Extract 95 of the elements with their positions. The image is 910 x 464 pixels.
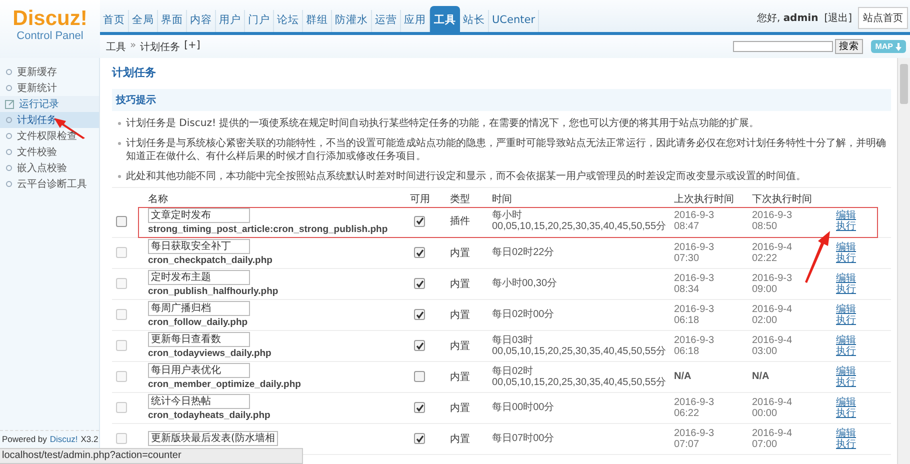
tip-text: 此处和其他功能不同，本功能中完全按照站点系统默认时差对时间进行设定和显示，而不会依据某一用户或管理员的时差设定而改变显示或设置的时间值。	[126, 170, 806, 183]
column-header: 下次执行时间	[752, 194, 812, 205]
last-run-time: 2016-9-3 07:07	[674, 428, 714, 450]
script-file: cron_publish_halfhourly.php	[148, 286, 280, 297]
last-run-time: 2016-9-3 08:47	[674, 210, 714, 232]
sidebar-item[interactable]: 文件校验	[0, 144, 99, 160]
next-run-time: 2016-9-3 09:00	[752, 272, 792, 294]
name-field[interactable]: 文章定时发布	[148, 208, 250, 223]
site-home-button[interactable]: 站点首页	[858, 7, 908, 29]
sidebar-item[interactable]: 云平台诊断工具	[0, 176, 99, 192]
script-file: strong_timing_post_article:cron_strong_publish.php	[148, 224, 389, 235]
next-run-time: 2016-9-4 00:00	[752, 396, 792, 418]
nav-tab[interactable]: 首页	[100, 10, 129, 32]
type-text: 内置	[450, 278, 470, 290]
type-text: 内置	[450, 402, 470, 414]
external-link-icon	[5, 100, 14, 108]
nav-tab[interactable]: 论坛	[274, 10, 303, 32]
action-link[interactable]: 执行	[836, 221, 856, 232]
column-header: 名称	[148, 194, 168, 205]
last-run-time: 2016-9-3 08:34	[674, 272, 714, 294]
down-arrow-icon	[895, 42, 902, 50]
next-run-time: 2016-9-3 08:50	[752, 210, 792, 232]
sidebar-item[interactable]: 更新统计	[0, 80, 99, 96]
nav-tab[interactable]: 工具	[430, 6, 460, 32]
sidebar-item[interactable]: 嵌入点校验	[0, 160, 99, 176]
next-run-time: N/A	[752, 371, 770, 382]
scrollbar[interactable]	[897, 58, 910, 464]
next-run-time: 2016-9-4 03:00	[752, 334, 792, 356]
next-run-time: 2016-9-4 02:22	[752, 242, 792, 264]
footer-text: X3.2	[80, 434, 98, 444]
schedule-text: 每日02时00分	[492, 309, 554, 320]
schedule-text: 每日00时00分	[492, 402, 554, 413]
search-button[interactable]: 搜索	[835, 39, 864, 54]
tip-text: 计划任务是与系统核心紧密关联的功能特性，不当的设置可能造成站点功能的隐患，严重时可能导致站点无法正常运行，因此请务必仅在您对计划任务特性十分了解，并明确知道正在做什么、有什么样后果的时候才自行添加或修改任务项目。	[126, 137, 887, 163]
type-text: 插件	[450, 216, 470, 228]
next-run-time: 2016-9-4 07:00	[752, 428, 792, 450]
type-text: 内置	[450, 310, 470, 320]
footer-link[interactable]: Discuz!	[50, 434, 78, 444]
last-run-time: 2016-9-3 06:22	[674, 396, 714, 418]
logo-title: Discuz!	[12, 8, 88, 30]
last-run-time: 2016-9-3 06:18	[674, 334, 714, 356]
next-run-time: 2016-9-4 02:00	[752, 304, 792, 326]
script-file: cron_member_optimize_daily.php	[148, 379, 302, 390]
script-file: cron_checkpatch_daily.php	[148, 255, 274, 266]
script-file: cron_todayheats_daily.php	[148, 410, 272, 421]
last-run-time: N/A	[674, 371, 692, 382]
column-header: 可用	[410, 194, 430, 205]
page-title: 计划任务	[112, 65, 157, 81]
nav-tab[interactable]: 界面	[158, 10, 187, 32]
script-file: cron_follow_daily.php	[148, 317, 249, 328]
add-shortcut-link[interactable]: [+]	[184, 40, 200, 54]
script-file: cron_todayviews_daily.php	[148, 348, 272, 359]
breadcrumb-current: 计划任务	[140, 40, 180, 54]
nav-tab[interactable]: 防灌水	[332, 10, 372, 32]
scroll-thumb[interactable]	[900, 64, 908, 104]
column-header: 上次执行时间	[674, 194, 734, 205]
available-checkbox[interactable]	[414, 216, 425, 227]
logo-subtitle: Control Panel	[16, 30, 84, 42]
logout-link[interactable]: [退出]	[824, 11, 852, 25]
row-checkbox[interactable]	[116, 216, 127, 227]
sidebar-item[interactable]: 文件权限检查	[0, 128, 99, 144]
type-text: 内置	[450, 372, 470, 382]
nav-tab[interactable]: 门户	[245, 10, 274, 32]
schedule-text: 每日02时 00,05,10,15,20,25,30,35,40,45,50,55分	[492, 366, 666, 388]
schedule-text: 每小时00,30分	[492, 278, 558, 289]
type-text: 内置	[450, 248, 470, 258]
search-field[interactable]	[733, 41, 834, 52]
tips-heading: 技巧提示	[112, 89, 891, 111]
sidebar-item[interactable]: 运行记录	[0, 96, 99, 112]
footer-text: Powered by	[2, 434, 47, 444]
type-text: 内置	[450, 434, 470, 444]
nav-tab[interactable]: 全局	[129, 10, 158, 32]
nav-tab[interactable]: UCenter	[489, 10, 540, 32]
breadcrumb-separator: »	[130, 40, 136, 52]
user-greeting: 您好, admin	[756, 12, 818, 25]
nav-tab[interactable]: 站长	[460, 10, 489, 32]
nav-tab[interactable]: 运营	[372, 10, 401, 32]
sidebar-item[interactable]: 更新缓存	[0, 64, 99, 80]
last-run-time: 2016-9-3 06:18	[674, 304, 714, 326]
nav-tab[interactable]: 内容	[187, 10, 216, 32]
breadcrumb-link[interactable]: 工具	[106, 40, 126, 54]
last-run-time: 2016-9-3 07:30	[674, 242, 714, 264]
schedule-text: 每日02时22分	[492, 247, 554, 258]
status-bar-url: localhost/test/admin.php?action=counter	[0, 448, 303, 464]
schedule-text: 每日03时 00,05,10,15,20,25,30,35,40,45,50,55分	[492, 334, 666, 356]
column-header: 类型	[450, 194, 470, 205]
action-link[interactable]: 编辑	[836, 210, 856, 222]
sidebar-item[interactable]: 计划任务	[0, 112, 99, 128]
type-text: 内置	[450, 340, 470, 352]
schedule-text: 每日07时00分	[492, 433, 554, 444]
column-header: 时间	[492, 194, 512, 205]
nav-tab[interactable]: 用户	[216, 10, 245, 32]
schedule-text: 每小时 00,05,10,15,20,25,30,35,40,45,50,55分	[492, 210, 666, 232]
tip-text: 计划任务是 Discuz! 提供的一项使系统在规定时间自动执行某些特定任务的功能，在需要的情况下，您也可以方便的将其用于站点功能的扩展。	[126, 117, 760, 130]
nav-tab[interactable]: 群组	[303, 10, 332, 32]
